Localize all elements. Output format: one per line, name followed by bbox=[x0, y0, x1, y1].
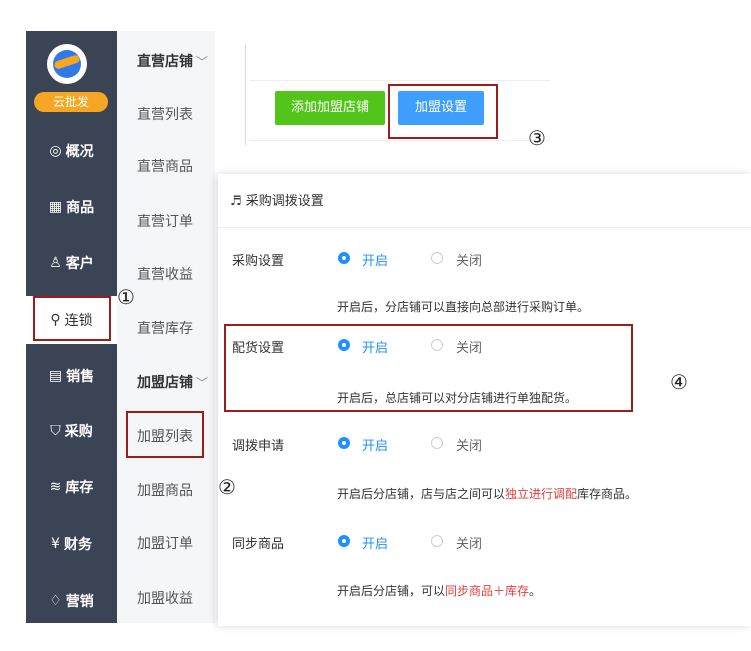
chevron-down-icon: ﹀ bbox=[196, 375, 209, 390]
subnav-item-direct-list[interactable]: 直营列表 bbox=[117, 94, 215, 134]
headset-icon: ♬ bbox=[230, 194, 242, 209]
panel-title: ♬ 采购调拨设置 bbox=[230, 190, 324, 209]
nav-item-marketing[interactable]: ♢ 营销 bbox=[26, 581, 117, 621]
subnav-item-direct-products[interactable]: 直营商品 bbox=[117, 146, 215, 186]
nav-item-overview[interactable]: ◎ 概况 bbox=[26, 131, 117, 171]
annotation-box-1 bbox=[33, 296, 111, 341]
nav-item-label: 采购 bbox=[64, 424, 93, 440]
subnav-item-franchise-revenue[interactable]: 加盟收益 bbox=[117, 578, 215, 618]
nav-item-finance[interactable]: ¥ 财务 bbox=[26, 524, 117, 564]
nav-item-label: 销售 bbox=[66, 369, 95, 385]
subnav-group-label: 直营店铺 bbox=[137, 54, 193, 70]
radio-transfer-off[interactable] bbox=[431, 437, 443, 449]
nav-item-customers[interactable]: ♙ 客户 bbox=[26, 243, 117, 283]
annotation-number-1: ① bbox=[117, 285, 135, 309]
nav-item-label: 营销 bbox=[65, 594, 94, 610]
radio-sync-off[interactable] bbox=[431, 535, 443, 547]
divider bbox=[250, 140, 550, 141]
radio-label-on[interactable]: 开启 bbox=[362, 435, 388, 454]
subnav-group-label: 加盟店铺 bbox=[137, 375, 193, 391]
radio-label-off[interactable]: 关闭 bbox=[456, 533, 482, 552]
nav-item-label: 商品 bbox=[66, 200, 95, 216]
grid-icon: ▦ bbox=[48, 199, 63, 215]
radio-label-off[interactable]: 关闭 bbox=[456, 250, 482, 269]
radio-label-off[interactable]: 关闭 bbox=[456, 435, 482, 454]
annotation-number-4: ④ bbox=[670, 370, 688, 394]
overview-icon: ◎ bbox=[49, 143, 62, 159]
subnav-item-franchise-orders[interactable]: 加盟订单 bbox=[117, 523, 215, 563]
radio-label-on[interactable]: 开启 bbox=[362, 250, 388, 269]
inventory-icon: ≋ bbox=[49, 479, 62, 495]
annotation-number-2: ② bbox=[218, 475, 236, 499]
annotation-box-3 bbox=[388, 84, 498, 139]
setting-desc: 开启后分店铺，可以同步商品＋库存。 bbox=[337, 584, 542, 598]
brand-badge: 云批发 bbox=[34, 92, 108, 112]
nav-item-label: 财务 bbox=[63, 537, 92, 553]
subnav-group-direct[interactable]: 直营店铺 ﹀ bbox=[117, 37, 215, 85]
document-icon: ▤ bbox=[48, 368, 63, 384]
annotation-number-3: ③ bbox=[528, 126, 546, 150]
nav-item-label: 概况 bbox=[65, 144, 94, 160]
divider bbox=[250, 80, 550, 81]
subnav-group-franchise[interactable]: 加盟店铺 ﹀ bbox=[117, 358, 215, 406]
subnav-item-direct-orders[interactable]: 直营订单 bbox=[117, 201, 215, 241]
nav-item-label: 客户 bbox=[65, 256, 94, 272]
subnav-item-direct-stock[interactable]: 直营库存 bbox=[117, 308, 215, 348]
nav-item-sales[interactable]: ▤ 销售 bbox=[26, 356, 117, 396]
setting-label-transfer: 调拨申请 bbox=[232, 439, 285, 454]
setting-label-sync: 同步商品 bbox=[232, 537, 285, 552]
radio-label-on[interactable]: 开启 bbox=[362, 533, 388, 552]
purchase-icon: ⛉ bbox=[50, 423, 61, 439]
panel-title-text: 采购调拨设置 bbox=[245, 194, 324, 209]
setting-desc: 开启后，分店铺可以直接向总部进行采购订单。 bbox=[337, 300, 590, 314]
setting-desc: 开启后分店铺，店与店之间可以独立进行调配库存商品。 bbox=[337, 487, 638, 501]
subnav-item-franchise-products[interactable]: 加盟商品 bbox=[117, 470, 215, 510]
nav-item-inventory[interactable]: ≋ 库存 bbox=[26, 467, 117, 507]
radio-purchase-off[interactable] bbox=[431, 252, 443, 264]
radio-sync-on[interactable] bbox=[338, 535, 350, 547]
marketing-icon: ♢ bbox=[49, 593, 62, 609]
user-icon: ♙ bbox=[49, 255, 62, 271]
nav-item-label: 库存 bbox=[65, 480, 94, 496]
radio-transfer-on[interactable] bbox=[338, 437, 350, 449]
annotation-box-2 bbox=[126, 411, 204, 458]
app-logo-icon[interactable] bbox=[47, 44, 87, 84]
nav-item-purchase[interactable]: ⛉ 采购 bbox=[26, 411, 117, 451]
divider bbox=[218, 227, 751, 228]
annotation-box-4 bbox=[224, 324, 633, 412]
yen-icon: ¥ bbox=[51, 536, 60, 552]
nav-item-products[interactable]: ▦ 商品 bbox=[26, 187, 117, 227]
chevron-down-icon: ﹀ bbox=[196, 54, 209, 69]
add-franchise-button[interactable]: 添加加盟店铺 bbox=[275, 91, 385, 125]
radio-purchase-on[interactable] bbox=[338, 252, 350, 264]
divider bbox=[245, 45, 246, 145]
setting-label-purchase: 采购设置 bbox=[232, 254, 285, 269]
